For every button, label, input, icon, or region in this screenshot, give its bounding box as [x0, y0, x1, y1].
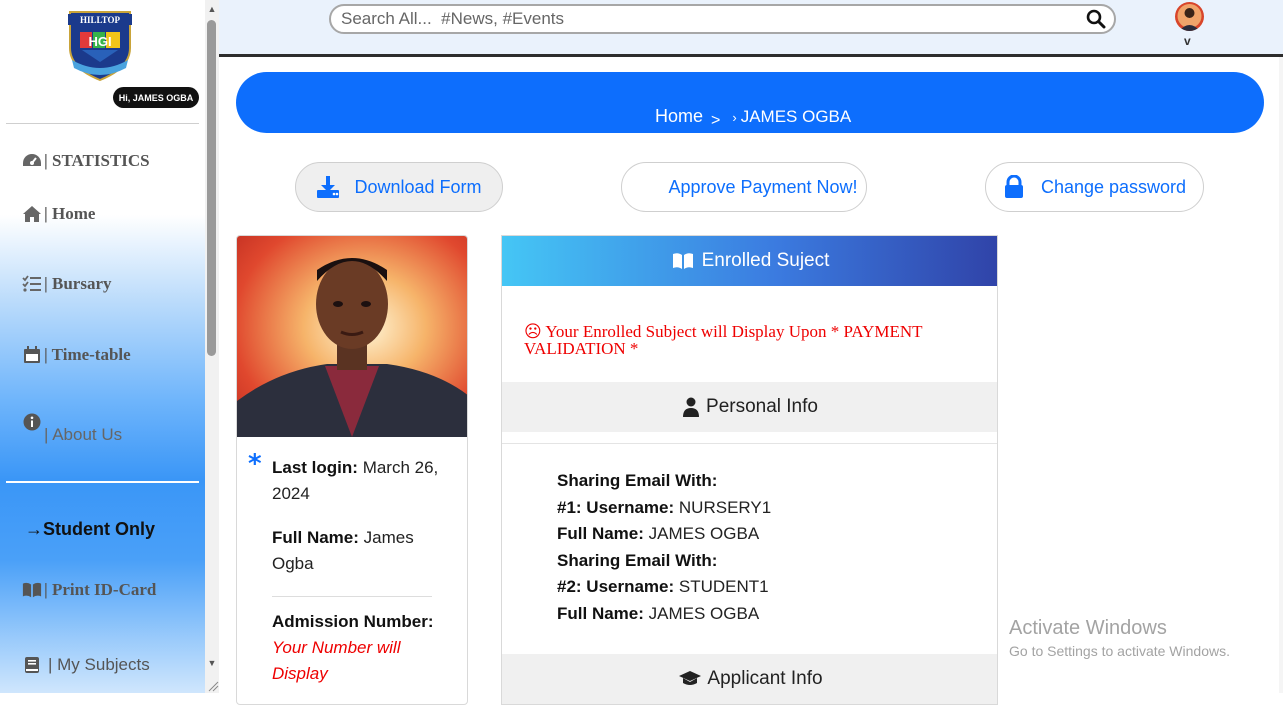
breadcrumb-banner: Home > › JAMES OGBA	[236, 72, 1264, 133]
book-open-icon	[22, 580, 42, 600]
username-label: #2: Username:	[557, 577, 675, 596]
change-password-button[interactable]: Change password	[985, 162, 1204, 212]
sidebar-item-home[interactable]: | Home	[22, 204, 95, 224]
school-logo[interactable]: HILLTOP HGI	[62, 6, 138, 86]
scroll-down-arrow-icon[interactable]: ▼	[205, 656, 219, 670]
user-icon	[683, 397, 701, 417]
book-icon	[22, 655, 42, 675]
download-icon	[316, 175, 340, 199]
panel-title: Enrolled Suject	[701, 250, 830, 271]
section-divider	[502, 443, 997, 444]
sidebar-item-label: | Time-table	[44, 345, 131, 364]
fullname-value: JAMES OGBA	[648, 603, 760, 623]
username-value: STUDENT1	[678, 577, 769, 596]
info-icon	[22, 412, 42, 432]
enrolled-subject-panel: Enrolled Suject ☹ Your Enrolled Subject …	[501, 235, 998, 705]
breadcrumb-current: JAMES OGBA	[740, 107, 852, 126]
sidebar-item-timetable[interactable]: | Time-table	[22, 345, 131, 365]
sidebar-divider	[6, 123, 199, 124]
graduation-cap-icon	[678, 669, 702, 689]
button-label: Change password	[1040, 176, 1187, 197]
username-label: #1: Username:	[557, 497, 675, 517]
greeting-badge: Hi, JAMES OGBA	[113, 87, 199, 108]
page-scrollbar[interactable]	[1279, 57, 1283, 693]
profile-divider	[272, 596, 432, 597]
sidebar-item-statistics[interactable]: | STATISTICS	[22, 151, 150, 171]
last-login-label: Last login:	[272, 458, 358, 477]
top-header: v	[219, 0, 1283, 57]
breadcrumb: Home > › JAMES OGBA	[655, 106, 852, 129]
sidebar-item-label: | Print ID-Card	[44, 580, 157, 599]
sidebar-divider	[6, 481, 199, 483]
enrolled-subject-header: Enrolled Suject	[502, 236, 997, 286]
home-icon	[22, 204, 42, 224]
payment-warning-text: Your Enrolled Subject will Display Upon …	[524, 322, 923, 358]
lock-icon	[1003, 175, 1027, 199]
list-item: Sharing Email With: #1: Username: NURSER…	[557, 468, 771, 548]
list-item: Sharing Email With: #2: Username: STUDEN…	[557, 548, 771, 628]
download-form-button[interactable]: Download Form	[295, 162, 503, 212]
applicant-info-header: Applicant Info	[502, 654, 997, 704]
windows-activation-watermark-title: Activate Windows	[1009, 617, 1167, 639]
required-star-icon: *	[248, 449, 262, 479]
sidebar-item-bursary[interactable]: | Bursary	[22, 274, 112, 294]
breadcrumb-separator: >	[711, 112, 721, 129]
personal-info-header: Personal Info	[502, 382, 997, 432]
admission-number: Admission Number: Your Number will Displ…	[272, 609, 442, 687]
sidebar-item-label: | Bursary	[44, 274, 112, 293]
username-value: NURSERY1	[678, 497, 772, 517]
search-icon[interactable]	[1086, 9, 1106, 29]
sidebar-item-print-id-card[interactable]: | Print ID-Card	[22, 580, 156, 600]
fullname-label: Full Name:	[557, 603, 644, 623]
sidebar-item-label: | My Subjects	[48, 655, 150, 674]
sharing-heading: Sharing Email With:	[557, 550, 718, 570]
button-label: Approve Payment Now!	[668, 176, 858, 197]
breadcrumb-home-link[interactable]: Home	[655, 106, 703, 127]
fullname-value: JAMES OGBA	[648, 524, 760, 543]
profile-photo	[237, 236, 467, 437]
chevron-down-icon[interactable]: v	[1184, 34, 1191, 48]
svg-text:HILLTOP: HILLTOP	[80, 15, 121, 25]
sidebar-item-label: | Home	[44, 204, 96, 223]
sidebar-item-my-subjects[interactable]: | My Subjects	[22, 655, 150, 675]
search-bar[interactable]	[329, 4, 1116, 34]
section-title: Applicant Info	[707, 668, 823, 689]
profile-card: * Last login: March 26, 2024 Full Name: …	[236, 235, 468, 705]
sidebar: HILLTOP HGI Hi, JAMES OGBA | STATISTICS …	[0, 0, 205, 693]
user-avatar[interactable]	[1175, 2, 1204, 31]
payment-warning: ☹ Your Enrolled Subject will Display Upo…	[524, 323, 974, 357]
sharing-heading: Sharing Email With:	[557, 471, 718, 490]
breadcrumb-separator: ›	[732, 110, 737, 125]
scroll-up-arrow-icon[interactable]: ▲	[205, 2, 219, 16]
approve-payment-button[interactable]: Approve Payment Now!	[621, 162, 867, 212]
list-check-icon	[22, 274, 42, 294]
sidebar-item-label: | STATISTICS	[44, 151, 150, 170]
admission-number-label: Admission Number:	[272, 612, 434, 631]
full-name: Full Name: James Ogba	[272, 525, 442, 577]
sharing-email-list: Sharing Email With: #1: Username: NURSER…	[557, 468, 771, 627]
fullname-label: Full Name:	[557, 524, 644, 543]
svg-text:HGI: HGI	[88, 34, 111, 49]
admission-number-value: Your Number will Display	[272, 638, 401, 683]
sidebar-item-about-us[interactable]: | About Us	[22, 413, 122, 444]
dashboard-gauge-icon	[22, 151, 42, 171]
book-open-icon	[672, 252, 694, 270]
last-login: Last login: March 26, 2024	[272, 455, 442, 507]
sidebar-item-label: | About Us	[44, 425, 123, 444]
section-title: Personal Info	[706, 396, 818, 417]
calendar-icon	[22, 345, 42, 365]
full-name-label: Full Name:	[272, 528, 359, 547]
windows-activation-watermark-subtitle: Go to Settings to activate Windows.	[1009, 643, 1230, 659]
student-only-heading: →Student Only	[25, 519, 155, 539]
sidebar-scrollbar-thumb[interactable]	[207, 20, 216, 356]
resize-grip-icon[interactable]	[206, 679, 219, 692]
button-label: Download Form	[354, 176, 482, 197]
search-input[interactable]	[341, 9, 1071, 29]
